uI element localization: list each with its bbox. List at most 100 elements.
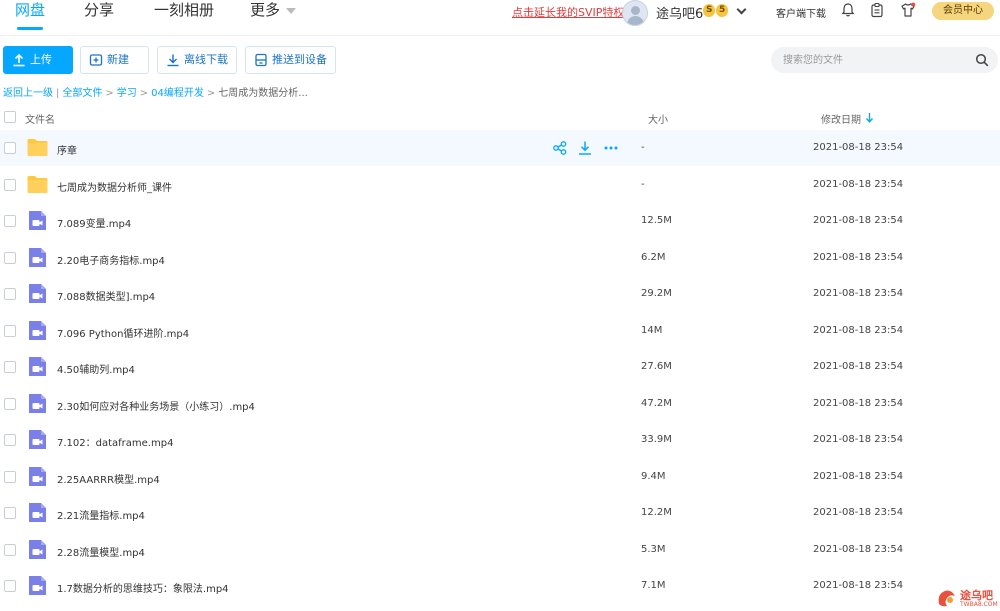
new-folder-button[interactable]: 新建 [80,46,149,74]
file-name[interactable]: 7.089变量.mp4 [57,215,131,230]
download-icon[interactable] [577,140,593,156]
search-icon[interactable] [975,53,989,67]
tab-share[interactable]: 分享 [84,0,114,36]
upload-button-label: 上传 [30,53,52,66]
bell-icon[interactable] [840,2,856,18]
tab-moments-album-label: 一刻相册 [154,1,215,19]
file-name[interactable]: 2.30如何应对各种业务场景（小练习）.mp4 [57,398,255,413]
file-modified-date: 2021-08-18 23:54 [813,251,904,263]
file-name[interactable]: 7.102：dataframe.mp4 [57,434,173,449]
file-name[interactable]: 2.21流量指标.mp4 [57,507,145,522]
push-to-device-button[interactable]: 推送到设备 [245,46,336,74]
file-modified-date: 2021-08-18 23:54 [813,470,904,482]
file-modified-date: 2021-08-18 23:54 [813,361,904,372]
file-size: 47.2M [641,397,672,409]
breadcrumb-all-files[interactable]: 全部文件 [62,88,102,99]
breadcrumb-programming[interactable]: 04编程开发 [151,88,204,99]
file-modified-date: 2021-08-18 23:54 [813,324,904,336]
more-options-icon[interactable] [603,140,619,156]
client-download-link[interactable]: 客户端下载 [776,5,826,20]
file-size: - [641,142,645,153]
back-link[interactable]: 返回上一级 [3,88,53,99]
file-size: 6.2M [641,251,666,263]
download-icon [167,54,179,67]
row-checkbox[interactable] [4,470,16,483]
row-checkbox[interactable] [4,434,16,446]
tab-netdisk[interactable]: 网盘 [15,0,45,36]
file-name[interactable]: 2.20电子商务指标.mp4 [57,252,165,267]
search-box [771,47,998,73]
video-file-icon [29,211,46,230]
file-name[interactable]: 7.096 Python循环进阶.mp4 [57,325,189,340]
file-row[interactable]: 7.096 Python循环进阶.mp4 14M 2021-08-18 23:54 [0,313,1000,349]
tab-moments-album[interactable]: 一刻相册 [154,0,214,36]
vip-level-badge: 5 [716,4,729,17]
row-checkbox[interactable] [4,361,16,373]
file-size: 12.5M [641,215,672,226]
tab-more[interactable]: 更多 [250,0,297,36]
file-name[interactable]: 2.25AARRR模型.mp4 [57,471,160,486]
sort-descending-icon[interactable] [865,112,874,123]
column-size[interactable]: 大小 [648,111,668,126]
folder-row[interactable]: 七周成为数据分析师_课件 - 2021-08-18 23:54 [0,167,1000,203]
row-checkbox[interactable] [4,324,16,337]
member-center-button[interactable]: 会员中心 [932,2,994,20]
video-file-icon [29,247,46,267]
row-checkbox[interactable] [4,251,16,264]
file-row[interactable]: 1.7数据分析的思维技巧：象限法.mp4 7.1M 2021-08-18 23:54 [0,568,1000,604]
row-checkbox[interactable] [4,543,16,556]
video-file-icon [29,503,46,522]
svip-extend-link[interactable]: 点击延长我的SVIP特权 [512,4,624,20]
file-row[interactable]: 7.102：dataframe.mp4 33.9M 2021-08-18 23:54 [0,422,1000,458]
select-all-checkbox[interactable] [4,111,16,123]
upload-button[interactable]: 上传 [3,46,73,74]
breadcrumb-study[interactable]: 学习 [117,88,137,99]
user-menu-chevron-icon[interactable] [736,4,747,15]
column-name[interactable]: 文件名 [25,111,55,126]
file-row[interactable]: 2.30如何应对各种业务场景（小练习）.mp4 47.2M 2021-08-18 2… [0,386,1000,422]
tshirt-skin-icon[interactable] [900,2,916,18]
file-row[interactable]: 2.21流量指标.mp4 12.2M 2021-08-18 23:54 [0,495,1000,531]
watermark-subtext: TWBA8.COM [960,601,998,608]
file-modified-date: 2021-08-18 23:54 [813,288,904,299]
device-icon [255,53,267,67]
file-size: 5.3M [641,543,666,555]
row-checkbox[interactable] [4,288,16,300]
file-row[interactable]: 7.089变量.mp4 12.5M 2021-08-18 23:54 [0,203,1000,239]
push-to-device-label: 推送到设备 [272,53,327,66]
file-name[interactable]: 序章 [57,142,77,157]
file-modified-date: 2021-08-18 23:54 [813,397,904,409]
file-size: 7.1M [641,580,666,591]
row-checkbox[interactable] [4,580,16,592]
search-input[interactable] [783,51,963,69]
file-modified-date: 2021-08-18 23:54 [813,215,904,226]
clipboard-icon[interactable] [869,2,885,18]
file-name[interactable]: 1.7数据分析的思维技巧：象限法.mp4 [57,580,229,595]
file-name[interactable]: 4.50辅助列.mp4 [57,361,135,376]
file-name[interactable]: 七周成为数据分析师_课件 [57,179,172,194]
column-modified[interactable]: 修改日期 [821,111,861,126]
avatar[interactable] [622,0,648,26]
offline-download-label: 离线下载 [184,53,228,66]
row-checkbox[interactable] [4,178,16,191]
username[interactable]: 途乌吧6 [656,3,703,22]
new-button-label: 新建 [107,53,129,66]
breadcrumb-current: 七周成为数据分析... [218,88,308,99]
file-row[interactable]: 2.20电子商务指标.mp4 6.2M 2021-08-18 23:54 [0,240,1000,276]
folder-row[interactable]: 序章 - 2021-08-18 23:54 [0,130,1000,166]
file-name[interactable]: 7.088数据类型].mp4 [57,288,155,303]
row-checkbox[interactable] [4,507,16,519]
row-checkbox[interactable] [4,142,16,154]
row-checkbox[interactable] [4,397,16,410]
file-row[interactable]: 4.50辅助列.mp4 27.6M 2021-08-18 23:54 [0,349,1000,385]
share-icon[interactable] [552,140,568,156]
offline-download-button[interactable]: 离线下载 [157,46,237,74]
file-row[interactable]: 2.28流量模型.mp4 5.3M 2021-08-18 23:54 [0,532,1000,568]
file-row[interactable]: 7.088数据类型].mp4 29.2M 2021-08-18 23:54 [0,276,1000,312]
active-tab-indicator [17,27,44,30]
file-modified-date: 2021-08-18 23:54 [813,142,904,153]
file-name[interactable]: 2.28流量模型.mp4 [57,544,145,559]
row-checkbox[interactable] [4,215,16,227]
file-row[interactable]: 2.25AARRR模型.mp4 9.4M 2021-08-18 23:54 [0,459,1000,495]
file-size: 33.9M [641,434,672,445]
